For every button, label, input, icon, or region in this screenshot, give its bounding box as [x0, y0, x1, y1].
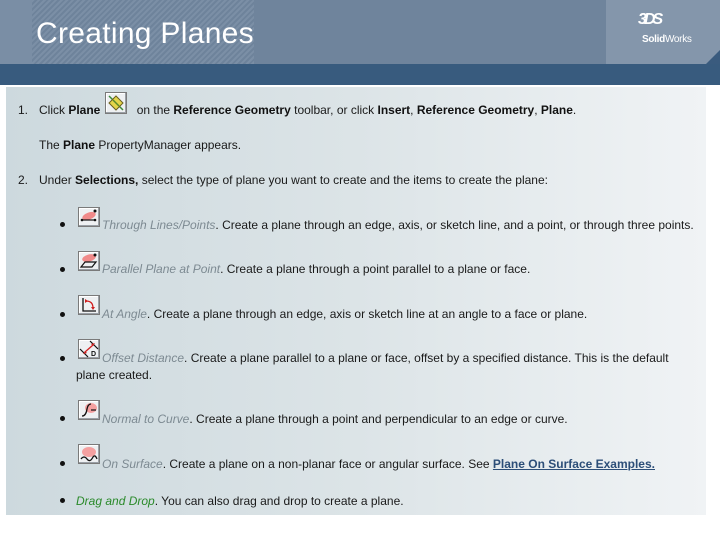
step-1-text-e: toolbar, or click: [290, 103, 378, 117]
menu-reference-geometry: Reference Geometry: [416, 103, 535, 117]
bullet: [60, 461, 65, 466]
logo-text-bold: Solid: [642, 34, 665, 45]
option-name: On Surface: [102, 457, 163, 471]
header-bar: [0, 64, 720, 85]
menu-insert: Insert: [377, 103, 411, 117]
step-2-text: Under Selections, select the type of pla…: [39, 173, 548, 187]
step-1-plane-bold: Plane: [68, 103, 101, 117]
sep-2: ,: [534, 103, 541, 117]
content-panel: 1. Click Plane on the Reference Geometry…: [6, 87, 706, 515]
page-title: Creating Planes: [36, 17, 254, 50]
option-on-surface: On Surface. Create a plane on a non-plan…: [102, 457, 655, 471]
step-1-text-c: on the: [133, 103, 174, 117]
option-parallel-plane-at-point: Parallel Plane at Point. Create a plane …: [102, 262, 530, 276]
option-name: At Angle: [102, 307, 147, 321]
bullet: [60, 312, 65, 317]
ds-logo-icon: 3DS: [638, 11, 663, 28]
option-name: Parallel Plane at Point: [102, 262, 221, 276]
step-2-text-a: Under: [39, 173, 76, 187]
note-plane-bold: Plane: [63, 138, 96, 152]
slide-header: Creating Planes 3DS SolidWorks: [0, 0, 720, 64]
option-desc: . Create a plane through a point and per…: [189, 412, 568, 426]
period: .: [572, 103, 577, 117]
sep-1: ,: [410, 103, 417, 117]
option-name: Offset Distance: [102, 351, 185, 365]
option-normal-to-curve: Normal to Curve. Create a plane through …: [102, 412, 568, 426]
plane-tool-icon: [105, 92, 127, 114]
step-2-text-c: select the type of plane you want to cre…: [138, 173, 548, 187]
option-offset-distance: Offset Distance. Create a plane parallel…: [102, 351, 669, 365]
bullet: [60, 267, 65, 272]
parallel-plane-at-point-icon: [78, 251, 100, 271]
option-name: Drag and Drop: [76, 494, 155, 508]
bullet: [60, 498, 65, 503]
logo-text-normal: Works: [664, 34, 692, 45]
option-name: Through Lines/Points: [102, 218, 216, 232]
option-desc: . Create a plane through an edge, axis o…: [146, 307, 588, 321]
option-at-angle: At Angle. Create a plane through an edge…: [102, 307, 587, 321]
option-desc: . You can also drag and drop to create a…: [154, 494, 404, 508]
option-desc: . Create a plane through an edge, axis, …: [215, 218, 694, 232]
step-1-refgeom-bold: Reference Geometry: [173, 103, 291, 117]
solidworks-logo: 3DS SolidWorks: [632, 12, 692, 52]
option-desc: . Create a plane parallel to a plane or …: [184, 351, 669, 365]
normal-to-curve-icon: [78, 400, 100, 420]
step-2-selections-bold: Selections,: [75, 173, 139, 187]
logo-text: SolidWorks: [642, 34, 692, 45]
option-desc: . Create a plane on a non-planar face or…: [162, 457, 493, 471]
menu-plane: Plane: [540, 103, 573, 117]
step-1-text-a: Click: [39, 103, 69, 117]
step-1-note: The Plane PropertyManager appears.: [39, 138, 241, 152]
plane-on-surface-examples-link[interactable]: Plane On Surface Examples.: [493, 457, 655, 471]
step-1-number: 1.: [18, 103, 29, 117]
bullet: [60, 416, 65, 421]
svg-text:D: D: [91, 351, 96, 358]
note-text-c: PropertyManager appears.: [95, 138, 242, 152]
option-offset-distance-cont: plane created.: [76, 368, 153, 382]
option-drag-and-drop: Drag and Drop. You can also drag and dro…: [76, 494, 404, 508]
step-2-number: 2.: [18, 173, 29, 187]
on-surface-icon: [78, 444, 100, 464]
corner-triangle: [706, 50, 720, 64]
through-lines-points-icon: [78, 207, 100, 227]
option-desc: . Create a plane through a point paralle…: [220, 262, 531, 276]
bullet: [60, 222, 65, 227]
bullet: [60, 356, 65, 361]
at-angle-icon: [78, 295, 100, 315]
note-text-a: The: [39, 138, 64, 152]
option-name: Normal to Curve: [102, 412, 190, 426]
offset-distance-icon: D: [78, 339, 100, 359]
header-left-band: [0, 0, 32, 64]
option-through-lines-points: Through Lines/Points. Create a plane thr…: [102, 218, 694, 232]
